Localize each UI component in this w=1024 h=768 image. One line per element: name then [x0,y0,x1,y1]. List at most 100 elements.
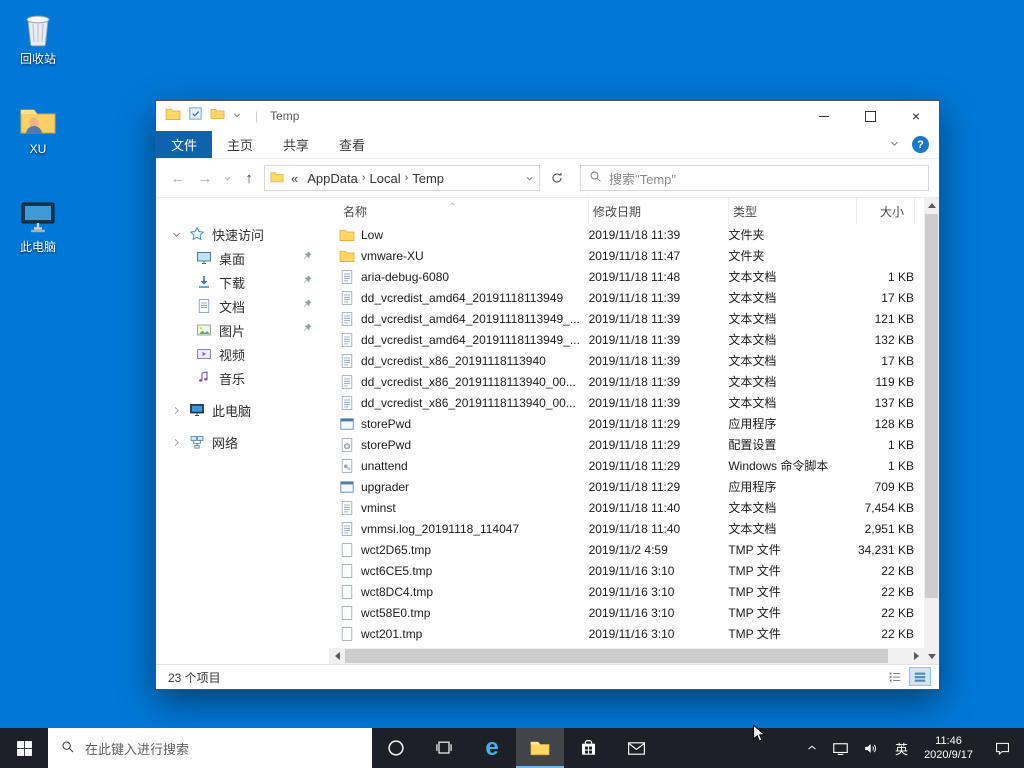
scroll-up-arrow-icon[interactable] [924,198,939,213]
file-row[interactable]: Low 2019/11/18 11:39 文件夹 [329,224,924,245]
taskbar-search-box[interactable]: 在此键入进行搜索 [48,728,372,768]
sidebar-item-this-pc[interactable]: 此电脑 [156,398,329,422]
file-row[interactable]: vminst 2019/11/18 11:40 文本文档 7,454 KB [329,497,924,518]
chevron-right-icon[interactable] [170,405,182,416]
ribbon-tab-view[interactable]: 查看 [324,131,380,158]
cortana-button[interactable] [372,728,420,768]
file-row[interactable]: dd_vcredist_amd64_20191118113949_... 2019… [329,308,924,329]
scroll-left-arrow-icon[interactable] [329,648,345,664]
file-row[interactable]: wct58E0.tmp 2019/11/16 3:10 TMP 文件 22 KB [329,602,924,623]
ribbon-tab-share[interactable]: 共享 [268,131,324,158]
minimize-button[interactable] [801,101,847,131]
qat-customize-chevron-icon[interactable] [232,107,242,125]
desktop-icon-this-pc[interactable]: 此电脑 [2,196,74,255]
ribbon-tab-home[interactable]: 主页 [212,131,268,158]
history-chevron-icon[interactable] [220,174,234,183]
scroll-right-arrow-icon[interactable] [908,648,924,664]
up-button[interactable]: ↑ [237,170,261,187]
sidebar-item-quick-access[interactable]: 快速访问 [156,222,329,246]
close-button[interactable]: × [893,101,939,131]
task-view-button[interactable] [420,728,468,768]
file-row[interactable]: dd_vcredist_x86_20191118113940_00... 2019… [329,392,924,413]
search-box[interactable]: 搜索"Temp" [580,165,929,191]
horizontal-scrollbar-thumb[interactable] [345,649,888,663]
file-pane: 名称 修改日期 类型 大小 Low 2019/11/18 11:39 文件夹 vmware-… [329,198,924,664]
input-language-indicator[interactable]: 英 [887,728,916,768]
store-button[interactable] [564,728,612,768]
maximize-button[interactable] [847,101,893,131]
breadcrumb-truncation[interactable]: « [289,171,300,186]
explorer-window: | Temp × 文件 主页 共享 查看 ? ← → ↑ « AppData ›… [155,100,940,690]
sidebar-item-downloads[interactable]: 下载 [156,270,329,294]
help-icon[interactable]: ? [912,136,929,153]
edge-button[interactable]: e [468,728,516,768]
sidebar-item-desktop[interactable]: 桌面 [156,246,329,270]
details-view-button[interactable] [909,667,931,686]
breadcrumb-item[interactable]: AppData [305,171,360,186]
mail-button[interactable] [612,728,660,768]
column-header-type[interactable]: 类型 [729,198,857,224]
qat-new-folder-button[interactable] [210,106,225,126]
address-dropdown-chevron-icon[interactable] [525,171,534,186]
address-folder-icon [270,170,284,187]
chevron-down-icon[interactable] [170,229,182,240]
desktop-icon-recycle-bin[interactable]: 回收站 [2,8,74,67]
refresh-button[interactable] [543,171,571,185]
sort-ascending-icon[interactable] [447,198,458,212]
desktop-icon-user-folder-xu[interactable]: XU [2,100,74,156]
file-explorer-button[interactable] [516,728,564,768]
ribbon-tab-file[interactable]: 文件 [156,131,213,158]
file-size: 7,454 KB [864,500,914,515]
start-button[interactable] [0,728,48,768]
file-row[interactable]: storePwd 2019/11/18 11:29 应用程序 128 KB [329,413,924,434]
file-row[interactable]: vmmsi.log_20191118_114047 2019/11/18 11:4… [329,518,924,539]
qat-properties-button[interactable] [188,106,203,126]
sidebar-item-pictures[interactable]: 图片 [156,318,329,342]
back-button[interactable]: ← [166,170,190,187]
vertical-scrollbar[interactable] [924,198,939,664]
file-row[interactable]: wct6CE5.tmp 2019/11/16 3:10 TMP 文件 22 KB [329,560,924,581]
column-header-date-modified[interactable]: 修改日期 [589,198,729,224]
list-view-button[interactable] [884,667,906,686]
scroll-down-arrow-icon[interactable] [924,649,939,664]
file-row[interactable]: aria-debug-6080 2019/11/18 11:48 文本文档 1 KB [329,266,924,287]
file-row[interactable]: vmware-XU 2019/11/18 11:47 文件夹 [329,245,924,266]
column-header-name[interactable]: 名称 [339,198,589,224]
file-date: 2019/11/16 3:10 [588,584,675,599]
sidebar-item-label: 桌面 [219,251,246,267]
file-size: 22 KB [881,626,914,641]
sidebar-item-music[interactable]: 音乐 [156,366,329,390]
edge-icon: e [485,734,499,761]
volume-tray-button[interactable] [856,728,887,768]
sidebar-item-documents[interactable]: 文档 [156,294,329,318]
desktop[interactable]: 回收站 XU 此电脑 | Temp × 文件 主页 共享 查看 ? ← → ↑ … [0,0,1024,768]
vertical-scrollbar-thumb[interactable] [925,214,938,598]
text-file-icon [339,332,355,348]
chevron-right-icon[interactable] [170,437,182,448]
file-row[interactable]: upgrader 2019/11/18 11:29 应用程序 709 KB [329,476,924,497]
file-row[interactable]: wct8DC4.tmp 2019/11/16 3:10 TMP 文件 22 KB [329,581,924,602]
address-bar[interactable]: « AppData › Local › Temp [264,165,540,191]
file-row[interactable]: dd_vcredist_amd64_20191118113949 2019/11/… [329,287,924,308]
action-center-button[interactable] [981,728,1024,768]
file-row[interactable]: wct2D65.tmp 2019/11/2 4:59 TMP 文件 34,231 KB [329,539,924,560]
forward-button[interactable]: → [193,170,217,187]
ribbon-expand-chevron-icon[interactable] [889,136,900,154]
breadcrumb-item[interactable]: Local [368,171,403,186]
network-tray-button[interactable] [825,728,856,768]
file-date: 2019/11/16 3:10 [588,626,675,641]
file-row[interactable]: dd_vcredist_x86_20191118113940 2019/11/18… [329,350,924,371]
file-row[interactable]: storePwd 2019/11/18 11:29 配置设置 1 KB [329,434,924,455]
column-header-size[interactable]: 大小 [857,198,915,224]
title-bar[interactable]: | Temp × [156,101,939,131]
file-row[interactable]: unattend 2019/11/18 11:29 Windows 命令脚本 1 KB [329,455,924,476]
file-row[interactable]: dd_vcredist_x86_20191118113940_00... 2019… [329,371,924,392]
horizontal-scrollbar[interactable] [329,648,924,664]
hidden-icons-button[interactable] [799,728,825,768]
file-row[interactable]: wct201.tmp 2019/11/16 3:10 TMP 文件 22 KB [329,623,924,644]
sidebar-item-network[interactable]: 网络 [156,430,329,454]
breadcrumb-item[interactable]: Temp [410,171,446,186]
sidebar-item-videos[interactable]: 视频 [156,342,329,366]
taskbar-clock[interactable]: 11:46 2020/9/17 [916,728,981,768]
file-row[interactable]: dd_vcredist_amd64_20191118113949_... 2019… [329,329,924,350]
